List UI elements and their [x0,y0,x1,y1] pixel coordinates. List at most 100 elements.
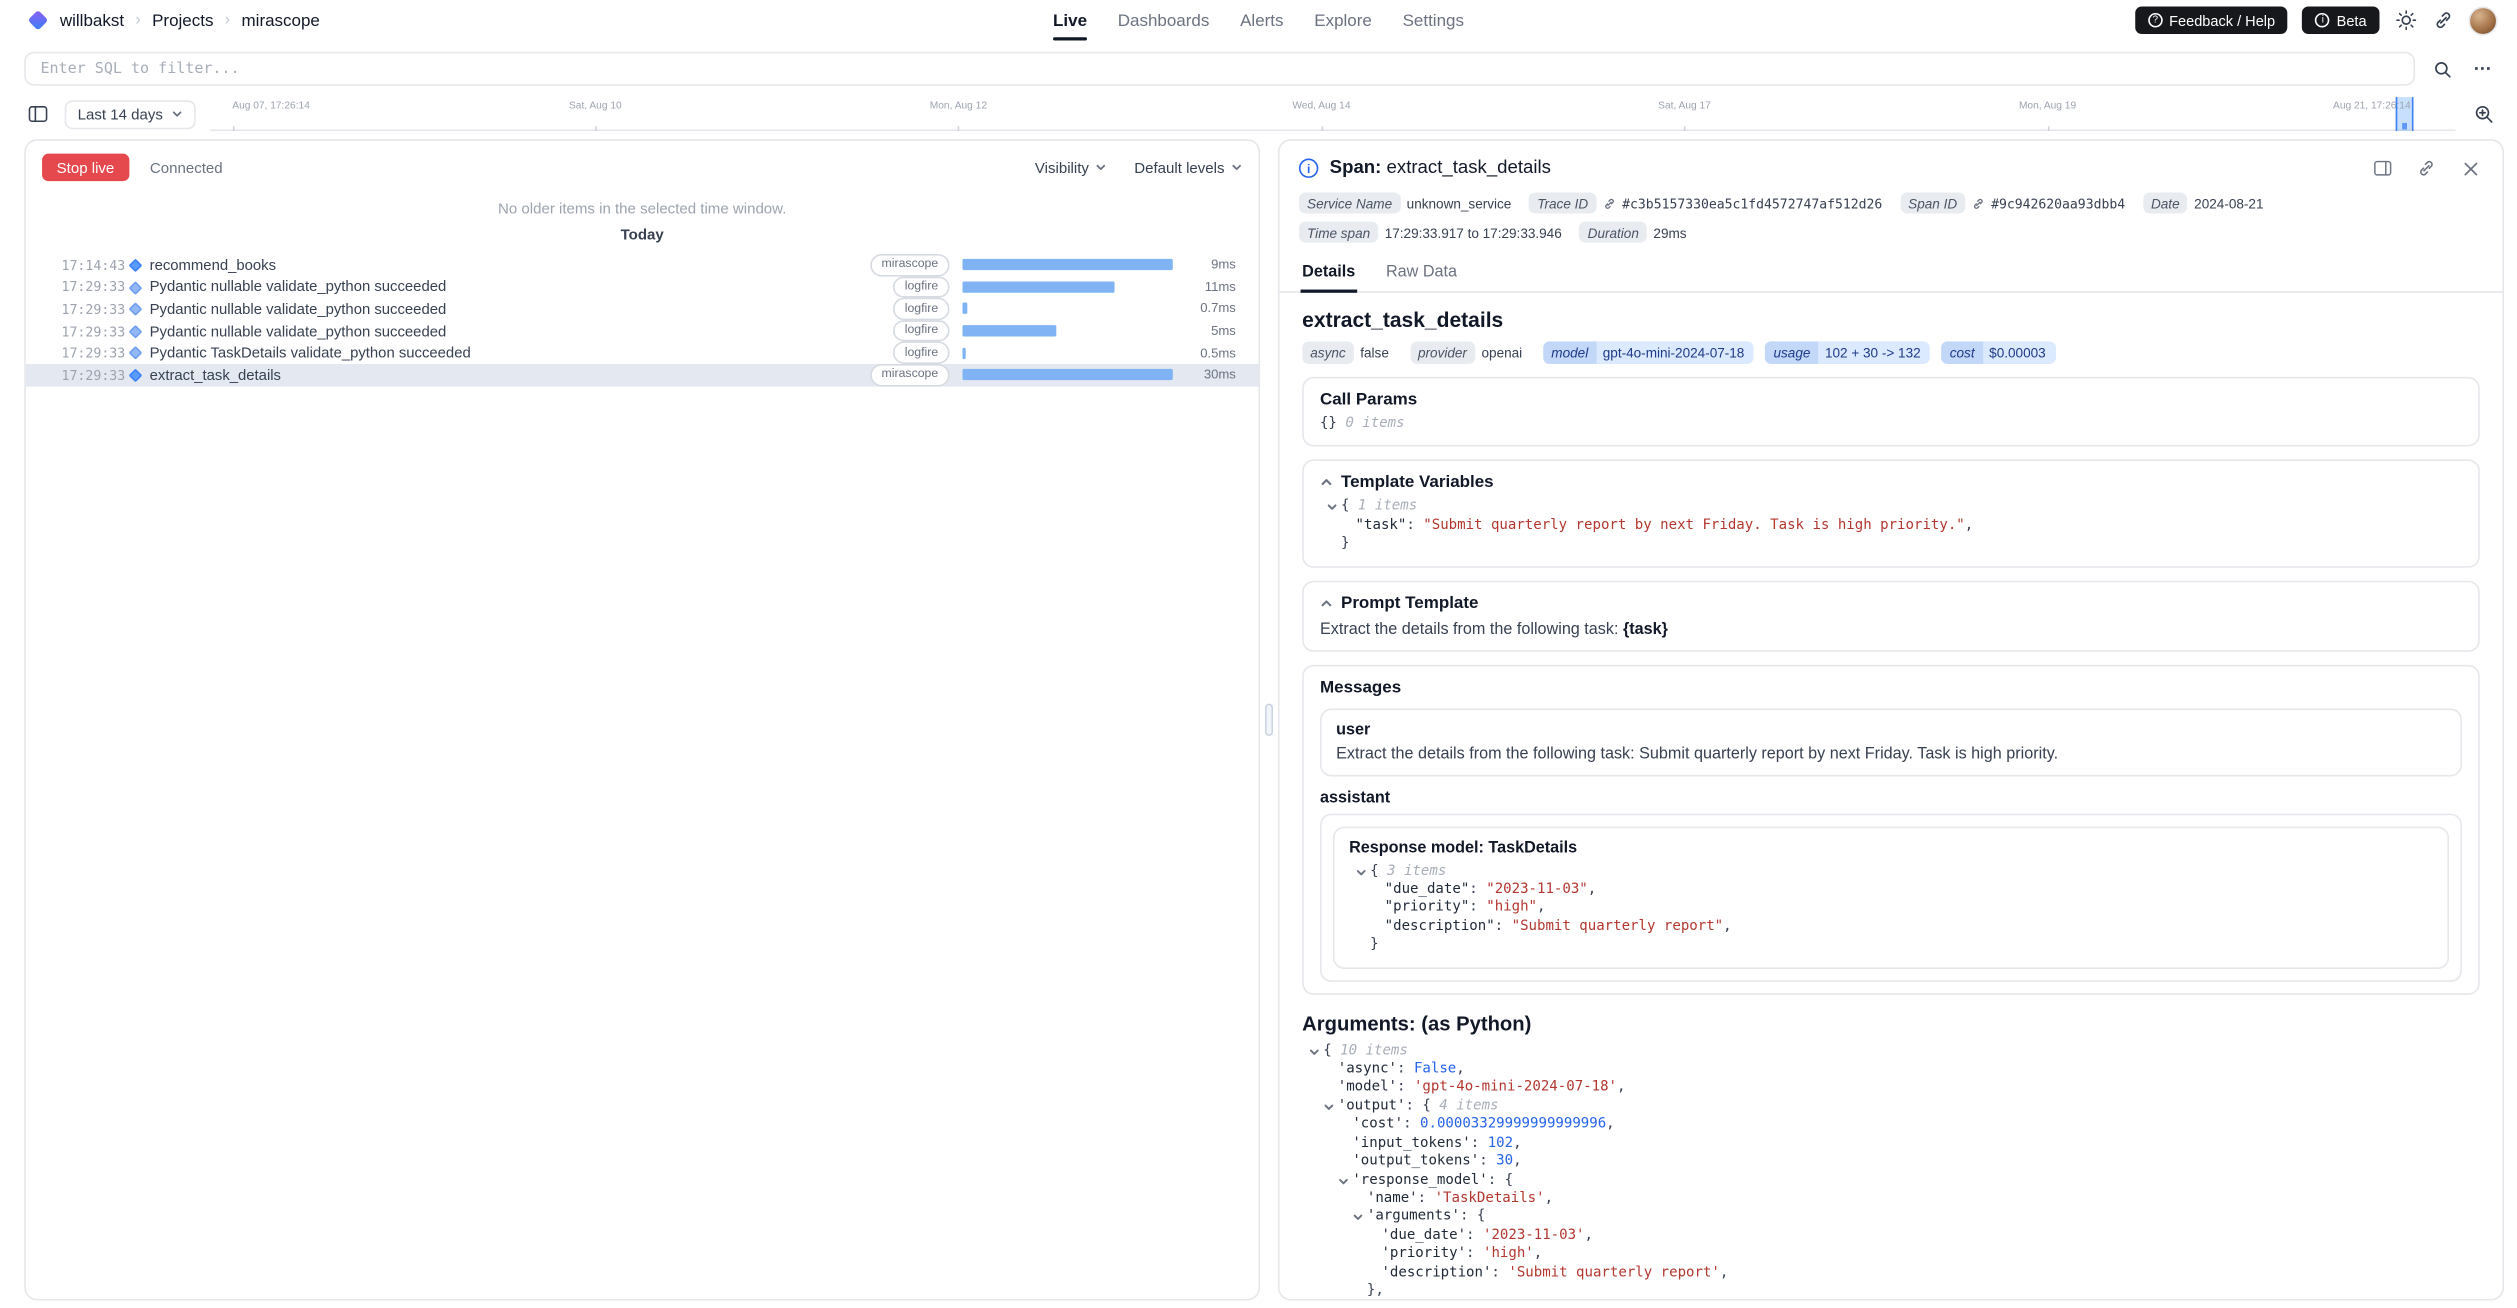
copy-link-icon[interactable] [2413,155,2439,181]
tree-expand-chevron-icon[interactable] [1326,502,1337,513]
code-token: , [1513,1135,1521,1151]
tree-expand-chevron-icon[interactable] [1338,1175,1349,1186]
nav-live[interactable]: Live [1053,0,1087,40]
time-range-dropdown[interactable]: Last 14 days [65,99,196,128]
collapse-chevron-icon[interactable] [1320,596,1333,609]
tree-expand-chevron-icon[interactable] [1309,1046,1320,1057]
zoom-in-icon[interactable] [2470,101,2496,127]
tree-expand-chevron-icon[interactable] [1352,1212,1363,1223]
call-params-card: Call Params {} 0 items [1302,377,2480,447]
trace-row[interactable]: 17:29:33Pydantic nullable validate_pytho… [26,276,1259,298]
connection-status: Connected [150,159,223,175]
code-line: 'response_model': { [1302,1172,2480,1190]
code-token: : { [1488,1172,1513,1188]
code-token: 'due_date' [1381,1227,1466,1243]
divider-drag-handle[interactable] [1265,704,1273,736]
trace-row-bar-track [962,325,1177,336]
chevron-down-icon [1095,162,1106,173]
top-bar: willbakst›Projects›mirascope LiveDashboa… [0,0,2517,40]
sql-filter-input[interactable]: Enter SQL to filter... [24,52,2415,86]
org-logo-icon[interactable] [28,10,49,31]
empty-window-message: No older items in the selected time wind… [26,201,1259,217]
meta-chip: Service Nameunknown_service [1299,192,1511,213]
timeline-baseline [210,129,2456,131]
code-token: } [1370,937,1378,953]
meta-chip-value[interactable]: #c3b5157330ea5c1fd4572747af512d26 [1622,195,1882,211]
code-token: : [1479,1154,1496,1170]
breadcrumb-item[interactable]: Projects [152,11,213,30]
visibility-dropdown[interactable]: Visibility [1035,159,1107,175]
meta-chip: Trace ID#c3b5157330ea5c1fd4572747af512d2… [1529,192,1882,213]
code-token: : [1469,900,1486,916]
meta-chip-value: 2024-08-21 [2194,195,2263,211]
code-token: { [1341,499,1358,515]
code-line: } [1349,937,2433,955]
link-icon[interactable] [1603,197,1616,210]
code-token: , [1585,1227,1593,1243]
nav-alerts[interactable]: Alerts [1240,0,1283,40]
dock-panel-icon[interactable] [2370,155,2396,181]
trace-row-bar-track [962,347,1177,358]
share-link-icon[interactable] [2431,9,2454,32]
breadcrumb-item[interactable]: mirascope [242,11,320,30]
code-token: : [1397,1080,1414,1096]
code-token: False [1414,1061,1456,1077]
timeline-tick-label: Sat, Aug 17 [1658,100,1711,111]
default-levels-dropdown[interactable]: Default levels [1134,159,1242,175]
trace-row[interactable]: 17:14:43recommend_booksmirascope9ms [26,254,1259,276]
tree-expand-chevron-icon[interactable] [1356,866,1367,877]
timeline-tick-label: Aug 07, 17:26:14 [232,100,310,111]
code-line: 'priority': 'high', [1302,1246,2480,1264]
timeline-tick-mark [958,125,960,131]
response-model-json: { 3 items"due_date": "2023-11-03","prior… [1349,863,2433,955]
beta-label: Beta [2337,12,2367,28]
meta-chip-label: Span ID [1900,192,1965,213]
nav-dashboards[interactable]: Dashboards [1118,0,1210,40]
code-token: 'input_tokens' [1352,1135,1470,1151]
breadcrumb-item[interactable]: willbakst [60,11,124,30]
code-line: 'arguments': { [1302,1209,2480,1227]
trace-row[interactable]: 17:29:33Pydantic TaskDetails validate_py… [26,342,1259,364]
tab-raw-data[interactable]: Raw Data [1384,256,1458,292]
beta-button[interactable]: i Beta [2303,6,2380,33]
assistant-role-label: assistant [1320,789,2462,807]
timeline-tick-label: Mon, Aug 12 [930,100,987,111]
close-icon[interactable] [2457,155,2483,181]
nav-explore[interactable]: Explore [1314,0,1372,40]
timeline-tick-mark [1684,125,1686,131]
trace-row-tag: logfire [893,298,949,320]
tree-expand-chevron-icon[interactable] [1323,1101,1334,1112]
trace-row[interactable]: 17:29:33extract_task_detailsmirascope30m… [26,364,1259,386]
trace-row[interactable]: 17:29:33Pydantic nullable validate_pytho… [26,298,1259,320]
trace-row-duration: 0.5ms [1178,346,1236,361]
collapse-chevron-icon[interactable] [1320,476,1333,489]
code-token: 'TaskDetails' [1435,1190,1545,1206]
nav-settings[interactable]: Settings [1403,0,1464,40]
meta-chip-label: Date [2143,192,2188,213]
timeline-track[interactable]: Aug 07, 17:26:14Sat, Aug 10Mon, Aug 12We… [210,97,2456,131]
panel-divider[interactable] [1260,139,1278,1300]
today-divider-label: Today [26,226,1259,242]
search-icon[interactable] [2430,56,2456,82]
code-line: "priority": "high", [1349,900,2433,918]
user-avatar[interactable] [2468,6,2497,35]
stop-live-button[interactable]: Stop live [42,154,129,181]
link-icon[interactable] [1972,197,1985,210]
meta-chip: Date 2024-08-21 [2143,192,2264,213]
prompt-template-title: Prompt Template [1341,593,1478,612]
theme-toggle-icon[interactable] [2394,9,2417,32]
more-options-icon[interactable]: ⋯ [2470,56,2496,82]
code-token: }, [1367,1283,1384,1299]
meta-chip-value[interactable]: #9c942620aa93dbb4 [1991,195,2125,211]
code-line: } [1320,536,2462,554]
attribute-chip-label: cost [1942,341,1983,364]
feedback-help-button[interactable]: ? Feedback / Help [2135,6,2288,33]
code-line: 'output': { 4 items [1302,1098,2480,1116]
sidebar-toggle-icon[interactable] [24,101,50,127]
code-token: 4 items [1439,1098,1498,1114]
span-panel-title: Span: extract_task_details [1330,159,1551,178]
code-token: { [1323,1043,1340,1059]
trace-row[interactable]: 17:29:33Pydantic nullable validate_pytho… [26,320,1259,342]
tab-details[interactable]: Details [1301,256,1357,292]
trace-row-bar-track [962,303,1177,314]
